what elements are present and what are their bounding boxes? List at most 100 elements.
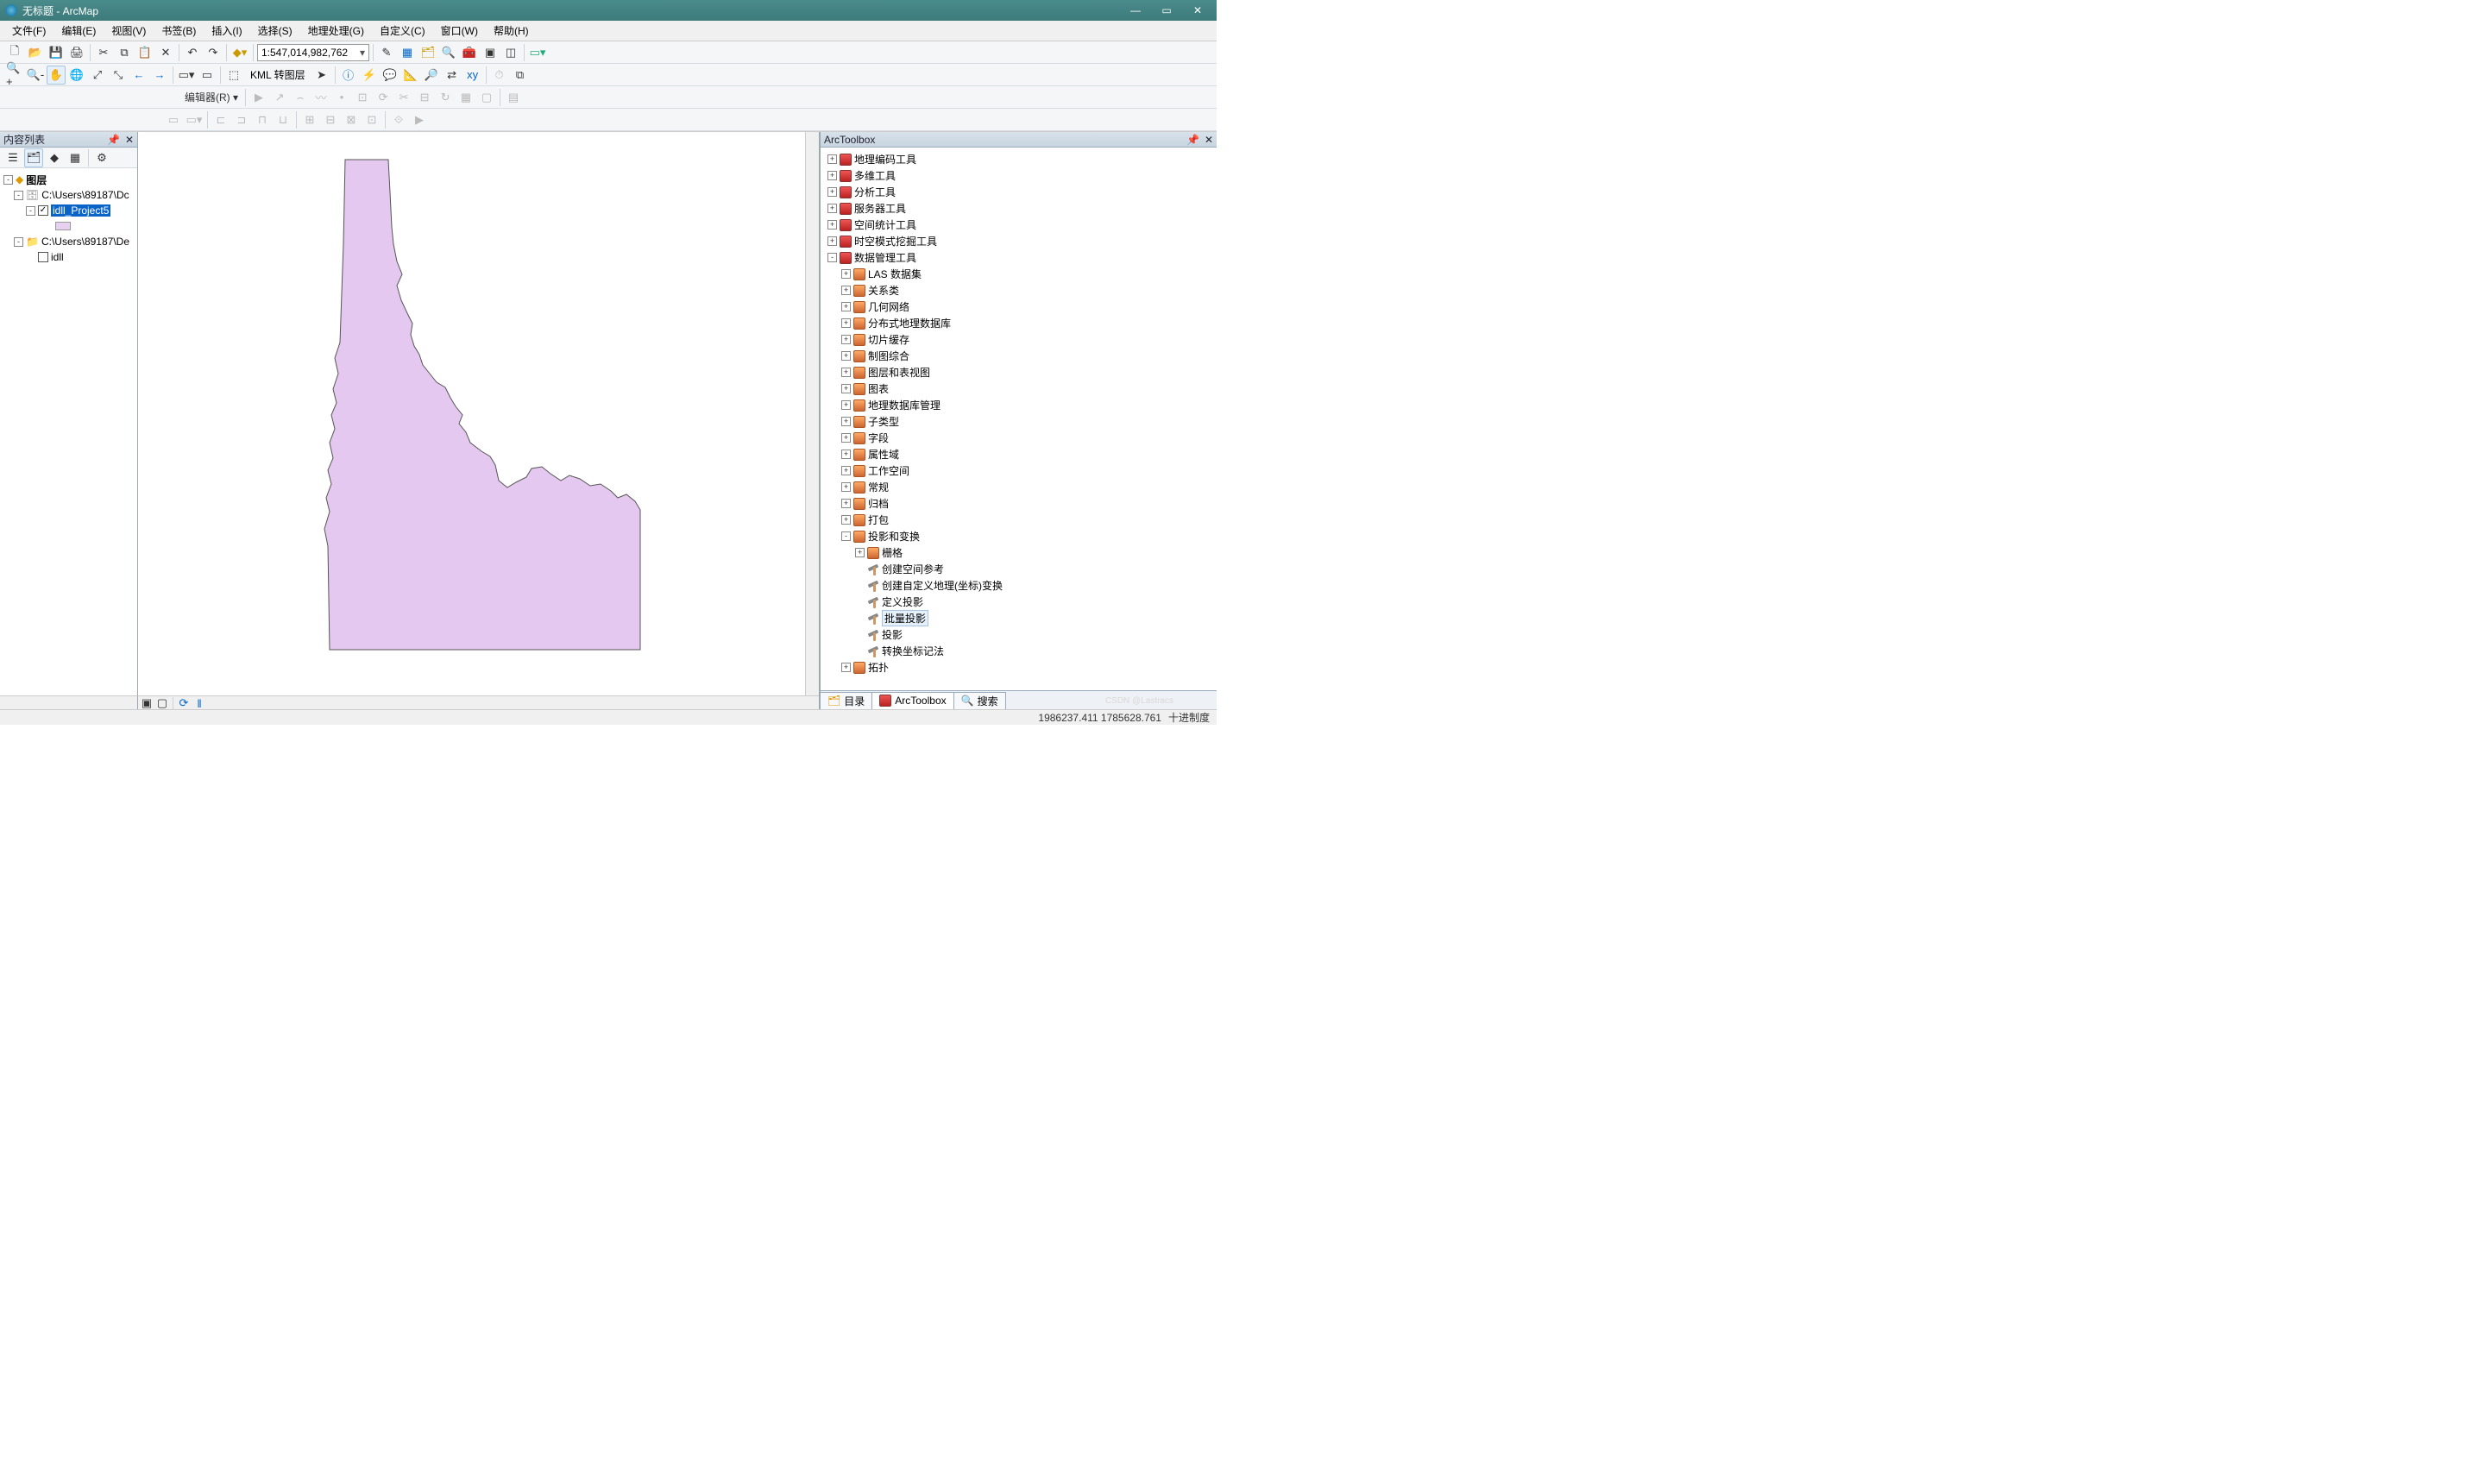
close-panel-icon[interactable]: ✕ xyxy=(1205,134,1213,146)
zoom-in-button[interactable]: 🔍+ xyxy=(5,66,24,85)
list-by-source[interactable]: 🗂 xyxy=(24,148,43,167)
expand-icon[interactable]: + xyxy=(841,400,851,410)
tree-label[interactable]: 子类型 xyxy=(868,414,899,429)
expand-icon[interactable]: + xyxy=(841,286,851,295)
undo-button[interactable]: ↶ xyxy=(183,43,202,62)
menu-help[interactable]: 帮助(H) xyxy=(487,22,536,40)
arctoolbox-tree[interactable]: +地理编码工具+多维工具+分析工具+服务器工具+空间统计工具+时空模式挖掘工具-… xyxy=(821,148,1217,690)
redo-button[interactable]: ↷ xyxy=(204,43,223,62)
tree-label[interactable]: 空间统计工具 xyxy=(854,217,916,232)
print-button[interactable]: 🖨 xyxy=(67,43,86,62)
find-route-button[interactable]: ⇄ xyxy=(443,66,462,85)
edit-template[interactable]: ▤ xyxy=(504,88,523,107)
menu-select[interactable]: 选择(S) xyxy=(251,22,299,40)
expand-icon[interactable]: - xyxy=(14,191,23,200)
expand-icon[interactable]: + xyxy=(841,351,851,361)
tree-label[interactable]: 图表 xyxy=(868,381,889,396)
menu-edit[interactable]: 编辑(E) xyxy=(54,22,103,40)
expand-icon[interactable]: + xyxy=(841,433,851,443)
pointer-button[interactable]: ➤ xyxy=(312,66,331,85)
tree-label[interactable]: 数据管理工具 xyxy=(854,250,916,265)
forward-button[interactable]: → xyxy=(150,66,169,85)
edit-rotate[interactable]: ↻ xyxy=(436,88,455,107)
expand-icon[interactable]: + xyxy=(827,220,837,230)
tree-label[interactable]: 制图综合 xyxy=(868,349,909,363)
expand-icon[interactable]: + xyxy=(855,548,865,557)
expand-icon[interactable]: - xyxy=(26,206,35,216)
maximize-button[interactable]: ▭ xyxy=(1151,0,1182,21)
tree-label[interactable]: 时空模式挖掘工具 xyxy=(854,234,937,248)
arctoolbox-button[interactable]: 🧰 xyxy=(460,43,479,62)
folder-path-label[interactable]: C:\Users\89187\De xyxy=(41,236,129,248)
menu-geoproc[interactable]: 地理处理(G) xyxy=(301,22,371,40)
x-btn-1[interactable]: ▭ xyxy=(164,110,183,129)
options-button[interactable]: ⚙ xyxy=(92,148,111,167)
search-button[interactable]: 🔍 xyxy=(439,43,458,62)
tab-search[interactable]: 🔍搜索 xyxy=(953,692,1006,709)
tree-label[interactable]: 投影和变换 xyxy=(868,529,920,544)
expand-icon[interactable]: + xyxy=(841,450,851,459)
edit-vertices[interactable]: ⊡ xyxy=(353,88,372,107)
tree-label[interactable]: 几何网络 xyxy=(868,299,909,314)
x-btn-2[interactable]: ▭▾ xyxy=(185,110,204,129)
pan-button[interactable]: ✋ xyxy=(47,66,66,85)
tree-label[interactable]: 服务器工具 xyxy=(854,201,906,216)
pin-icon[interactable]: 📌 xyxy=(107,134,120,146)
paste-button[interactable]: 📋 xyxy=(135,43,154,62)
tree-label[interactable]: 工作空间 xyxy=(868,463,909,478)
viewer-window-button[interactable]: ⧉ xyxy=(511,66,530,85)
tree-label[interactable]: 投影 xyxy=(882,627,903,642)
layers-root-label[interactable]: 图层 xyxy=(26,173,47,187)
find-button[interactable]: 🔎 xyxy=(422,66,441,85)
layout-view-button[interactable]: ▢ xyxy=(155,697,169,709)
close-panel-icon[interactable]: ✕ xyxy=(125,134,134,146)
tree-label[interactable]: 分析工具 xyxy=(854,185,896,199)
x-btn-8[interactable]: ⊟ xyxy=(321,110,340,129)
expand-icon[interactable]: + xyxy=(827,187,837,197)
x-btn-5[interactable]: ⊓ xyxy=(253,110,272,129)
measure-button[interactable]: 📐 xyxy=(401,66,420,85)
delete-button[interactable]: ✕ xyxy=(156,43,175,62)
expand-icon[interactable]: + xyxy=(841,335,851,344)
identify-button[interactable]: ⓘ xyxy=(339,66,358,85)
expand-icon[interactable]: + xyxy=(827,171,837,180)
edit-split[interactable]: ⊟ xyxy=(415,88,434,107)
editor-dropdown[interactable]: 编辑器(R) ▾ xyxy=(181,90,242,104)
model-builder-button[interactable]: ◫ xyxy=(501,43,520,62)
open-button[interactable]: 📂 xyxy=(26,43,45,62)
cut-button[interactable]: ✂ xyxy=(94,43,113,62)
vertical-scrollbar[interactable] xyxy=(805,132,819,695)
expand-icon[interactable]: + xyxy=(827,236,837,246)
x-btn-9[interactable]: ⊠ xyxy=(342,110,361,129)
expand-icon[interactable]: + xyxy=(841,499,851,508)
close-button[interactable]: ✕ xyxy=(1182,0,1213,21)
menu-file[interactable]: 文件(F) xyxy=(5,22,53,40)
tree-label[interactable]: 图层和表视图 xyxy=(868,365,930,380)
data-view-button[interactable]: ▣ xyxy=(140,697,154,709)
edit-trace[interactable]: 〰 xyxy=(311,88,330,107)
symbol-patch[interactable] xyxy=(55,222,71,230)
expand-icon[interactable]: + xyxy=(841,368,851,377)
python-button[interactable]: ▣ xyxy=(481,43,500,62)
fixed-zoom-out-button[interactable]: ⤡ xyxy=(109,66,128,85)
menu-insert[interactable]: 插入(I) xyxy=(204,22,248,40)
tree-label[interactable]: 创建空间参考 xyxy=(882,562,944,576)
menu-window[interactable]: 窗口(W) xyxy=(434,22,485,40)
tree-label[interactable]: 关系类 xyxy=(868,283,899,298)
layer-checkbox[interactable] xyxy=(38,252,48,262)
tree-label[interactable]: 属性域 xyxy=(868,447,899,462)
x-btn-4[interactable]: ⊐ xyxy=(232,110,251,129)
select-features-button[interactable]: ▭▾ xyxy=(177,66,196,85)
toc-horizontal-scrollbar[interactable] xyxy=(0,695,138,709)
list-by-visibility[interactable]: ◆ xyxy=(45,148,64,167)
tree-label[interactable]: 批量投影 xyxy=(882,610,928,626)
fixed-zoom-in-button[interactable]: ⤢ xyxy=(88,66,107,85)
tab-catalog[interactable]: 🗂目录 xyxy=(820,692,872,709)
list-by-drawing-order[interactable]: ☰ xyxy=(3,148,22,167)
clear-selection-button[interactable]: ▭ xyxy=(198,66,217,85)
edit-arc[interactable]: ⌢ xyxy=(291,88,310,107)
tree-label[interactable]: 切片缓存 xyxy=(868,332,909,347)
expand-icon[interactable]: + xyxy=(841,663,851,672)
tree-label[interactable]: 地理编码工具 xyxy=(854,152,916,167)
toc-tree[interactable]: - ◆ 图层 - 🗄 C:\Users\89187\Dc - ✓ idll_Pr… xyxy=(0,168,137,709)
